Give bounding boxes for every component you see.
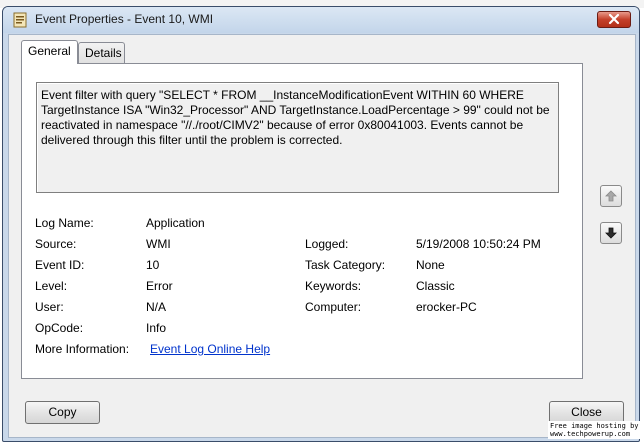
level-label: Level: [35, 279, 68, 293]
opcode-value: Info [146, 321, 167, 335]
user-label: User: [35, 300, 64, 314]
watermark-line-1: Free image hosting by [550, 422, 639, 430]
tab-details[interactable]: Details [78, 42, 125, 64]
watermark: Free image hosting by www.techpowerup.co… [548, 421, 641, 439]
previous-event-button[interactable] [600, 185, 622, 207]
source-value: WMI [146, 237, 171, 251]
arrow-up-icon [605, 190, 617, 202]
computer-value: erocker-PC [416, 300, 477, 314]
close-window-button[interactable] [597, 11, 631, 28]
keywords-value: Classic [416, 279, 455, 293]
title-bar[interactable]: Event Properties - Event 10, WMI [3, 7, 639, 33]
arrow-down-icon [605, 227, 617, 239]
copy-button[interactable]: Copy [25, 401, 100, 424]
dialog-client-area: General Details Event filter with query … [8, 34, 636, 438]
event-id-value: 10 [146, 258, 160, 272]
user-value: N/A [146, 300, 167, 314]
next-event-button[interactable] [600, 222, 622, 244]
window-title: Event Properties - Event 10, WMI [35, 12, 214, 26]
event-properties-window: Event Properties - Event 10, WMI General… [2, 6, 640, 442]
event-properties-icon [13, 12, 27, 28]
more-information-label: More Information: [35, 342, 130, 356]
logged-value: 5/19/2008 10:50:24 PM [416, 237, 541, 251]
event-id-label: Event ID: [35, 258, 85, 272]
watermark-line-2: www.techpowerup.com [550, 430, 631, 438]
log-name-label: Log Name: [35, 216, 94, 230]
level-value: Error [146, 279, 173, 293]
log-name-value: Application [146, 216, 205, 230]
task-category-value: None [416, 258, 445, 272]
tab-general[interactable]: General [21, 40, 78, 64]
task-category-label: Task Category: [305, 258, 386, 272]
opcode-label: OpCode: [35, 321, 84, 335]
logged-label: Logged: [305, 237, 349, 251]
source-label: Source: [35, 237, 77, 251]
close-icon [608, 13, 620, 25]
computer-label: Computer: [305, 300, 362, 314]
event-log-online-help-link[interactable]: Event Log Online Help [150, 342, 270, 356]
keywords-label: Keywords: [305, 279, 362, 293]
event-description[interactable]: Event filter with query "SELECT * FROM _… [36, 82, 559, 193]
general-tab-panel: Event filter with query "SELECT * FROM _… [21, 63, 583, 379]
